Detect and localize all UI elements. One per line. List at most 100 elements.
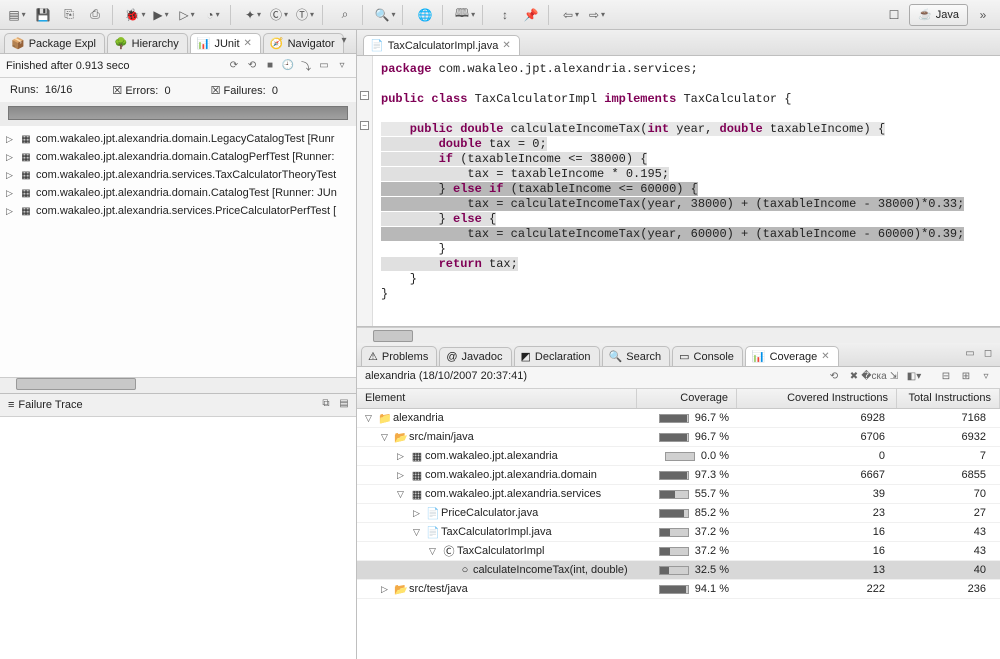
new-class-button[interactable]: Ⓒ xyxy=(268,4,290,26)
view-menu-icon[interactable]: ▿ xyxy=(978,368,994,384)
scrollbar-thumb[interactable] xyxy=(373,330,413,342)
rerun-icon[interactable]: ⟳ xyxy=(226,58,242,74)
tab-console[interactable]: ▭ Console xyxy=(672,346,743,366)
coverage-table[interactable]: Element Coverage Covered Instructions To… xyxy=(357,389,1000,659)
print-button[interactable]: ⎙ xyxy=(84,4,106,26)
junit-test-row[interactable]: ▷▦com.wakaleo.jpt.alexandria.domain.Cata… xyxy=(2,148,354,166)
junit-test-row[interactable]: ▷▦com.wakaleo.jpt.alexandria.domain.Lega… xyxy=(2,130,354,148)
scrollbar-thumb[interactable] xyxy=(16,378,136,390)
tab-problems[interactable]: ⚠ Problems xyxy=(361,346,437,366)
rerun-failed-icon[interactable]: ⟲ xyxy=(244,58,260,74)
search-button[interactable]: 🔍 xyxy=(374,4,396,26)
tab-navigator[interactable]: 🧭 Navigator xyxy=(263,33,344,53)
view-menu-icon[interactable]: ▾ xyxy=(336,32,352,48)
toggle-button[interactable]: ↕ xyxy=(494,4,516,26)
open-perspective-button[interactable]: ☐ xyxy=(883,4,905,26)
new-type-button[interactable]: Ⓣ xyxy=(294,4,316,26)
expand-all-icon[interactable]: ⊞ xyxy=(958,368,974,384)
coverage-row[interactable]: ▷📄PriceCalculator.java85.2 %2327 xyxy=(357,504,1000,523)
run-last-button[interactable]: ▷ xyxy=(176,4,198,26)
coverage-row[interactable]: ▷▦com.wakaleo.jpt.alexandria.domain97.3 … xyxy=(357,466,1000,485)
close-icon[interactable]: ✕ xyxy=(244,38,252,49)
pin-button[interactable]: 📌 xyxy=(520,4,542,26)
editor-gutter[interactable]: − − xyxy=(357,56,373,326)
coverage-row[interactable]: ▽📄TaxCalculatorImpl.java37.2 %1643 xyxy=(357,523,1000,542)
col-element[interactable]: Element xyxy=(357,389,637,408)
junit-test-row[interactable]: ▷▦com.wakaleo.jpt.alexandria.services.Pr… xyxy=(2,202,354,220)
tab-coverage[interactable]: 📊 Coverage ✕ xyxy=(745,346,839,366)
coverage-row[interactable]: ▽📁alexandria96.7 %69287168 xyxy=(357,409,1000,428)
collapse-all-icon[interactable]: ⊟ xyxy=(938,368,954,384)
coverage-row[interactable]: ▽ⒸTaxCalculatorImpl37.2 %1643 xyxy=(357,542,1000,561)
tab-hierarchy[interactable]: 🌳 Hierarchy xyxy=(107,33,188,53)
fold-icon[interactable]: − xyxy=(360,91,369,100)
remove-all-icon[interactable]: �ска xyxy=(866,368,882,384)
coverage-row[interactable]: ▽▦com.wakaleo.jpt.alexandria.services55.… xyxy=(357,485,1000,504)
merge-icon[interactable]: ⇲ xyxy=(886,368,902,384)
tree-toggle-icon[interactable]: ▽ xyxy=(413,527,425,538)
tab-package-explorer[interactable]: 📦 Package Expl xyxy=(4,33,105,53)
tab-declaration[interactable]: ◩ Declaration xyxy=(514,346,600,366)
maximize-icon[interactable]: ◻ xyxy=(980,345,996,361)
close-icon[interactable]: ✕ xyxy=(502,40,510,51)
remove-icon[interactable]: ✖ xyxy=(846,368,862,384)
coverage-row[interactable]: ▷📂src/test/java94.1 %222236 xyxy=(357,580,1000,599)
tree-toggle-icon[interactable]: ▷ xyxy=(381,584,393,595)
run-button[interactable]: ▶ xyxy=(150,4,172,26)
editor-scroll-h[interactable] xyxy=(357,327,1000,343)
tree-toggle-icon[interactable]: ▷ xyxy=(6,134,18,145)
source-code[interactable]: package com.wakaleo.jpt.alexandria.servi… xyxy=(373,56,1000,326)
fold-icon[interactable]: − xyxy=(360,121,369,130)
lock-icon[interactable]: ⤵ xyxy=(298,58,314,74)
coverage-row[interactable]: ○calculateIncomeTax(int, double)32.5 %13… xyxy=(357,561,1000,580)
save-button[interactable]: 💾 xyxy=(32,4,54,26)
perspective-overflow-button[interactable]: » xyxy=(972,4,994,26)
editor-body[interactable]: − − package com.wakaleo.jpt.alexandria.s… xyxy=(357,56,1000,327)
junit-test-row[interactable]: ▷▦com.wakaleo.jpt.alexandria.services.Ta… xyxy=(2,166,354,184)
coverage-row[interactable]: ▷▦com.wakaleo.jpt.alexandria0.0 %07 xyxy=(357,447,1000,466)
tab-search[interactable]: 🔍 Search xyxy=(602,346,671,366)
tree-toggle-icon[interactable]: ▷ xyxy=(6,188,18,199)
nav-forward-button[interactable]: ⇨ xyxy=(586,4,608,26)
close-icon[interactable]: ✕ xyxy=(821,351,829,362)
tree-toggle-icon[interactable]: ▷ xyxy=(397,470,409,481)
tree-toggle-icon[interactable]: ▷ xyxy=(6,152,18,163)
minimize-icon[interactable]: ▭ xyxy=(962,345,978,361)
coverage-row[interactable]: ▽📂src/main/java96.7 %67066932 xyxy=(357,428,1000,447)
tab-junit[interactable]: 📊 JUnit ✕ xyxy=(190,33,261,53)
coverage-button[interactable]: ◔ xyxy=(202,4,224,26)
tree-toggle-icon[interactable]: ▽ xyxy=(381,432,393,443)
relaunch-icon[interactable]: ⟲ xyxy=(826,368,842,384)
tree-toggle-icon[interactable]: ▽ xyxy=(365,413,377,424)
col-total[interactable]: Total Instructions xyxy=(897,389,1000,408)
bookmark-button[interactable]: 🕮 xyxy=(454,4,476,26)
tree-toggle-icon[interactable]: ▷ xyxy=(413,508,425,519)
tree-toggle-icon[interactable]: ▷ xyxy=(6,206,18,217)
tab-javadoc[interactable]: @ Javadoc xyxy=(439,347,511,366)
new-package-button[interactable]: ✦ xyxy=(242,4,264,26)
history-icon[interactable]: 🕘 xyxy=(280,58,296,74)
new-button[interactable]: ▤ xyxy=(6,4,28,26)
menu-icon[interactable]: ▿ xyxy=(334,58,350,74)
tree-toggle-icon[interactable]: ▽ xyxy=(429,546,441,557)
debug-button[interactable]: 🐞 xyxy=(124,4,146,26)
nav-back-button[interactable]: ⇦ xyxy=(560,4,582,26)
filter-icon[interactable]: ▤ xyxy=(336,396,352,412)
col-covered[interactable]: Covered Instructions xyxy=(737,389,897,408)
java-perspective-button[interactable]: ☕ Java xyxy=(909,4,968,26)
tree-toggle-icon[interactable]: ▷ xyxy=(397,451,409,462)
compare-icon[interactable]: ⧉ xyxy=(318,396,334,412)
junit-test-tree[interactable]: ▷▦com.wakaleo.jpt.alexandria.domain.Lega… xyxy=(0,126,356,377)
editor-tab-taxcalc[interactable]: 📄 TaxCalculatorImpl.java ✕ xyxy=(363,35,520,55)
tree-toggle-icon[interactable] xyxy=(445,565,457,575)
link-icon[interactable]: ◧▾ xyxy=(906,368,922,384)
col-coverage[interactable]: Coverage xyxy=(637,389,737,408)
junit-test-row[interactable]: ▷▦com.wakaleo.jpt.alexandria.domain.Cata… xyxy=(2,184,354,202)
save-all-button[interactable]: ⎘ xyxy=(58,4,80,26)
open-type-button[interactable]: ⌕ xyxy=(334,4,356,26)
collapse-icon[interactable]: ▭ xyxy=(316,58,332,74)
external-tools-button[interactable]: 🌐 xyxy=(414,4,436,26)
tree-toggle-icon[interactable]: ▽ xyxy=(397,489,409,500)
stop-icon[interactable]: ■ xyxy=(262,58,278,74)
tree-toggle-icon[interactable]: ▷ xyxy=(6,170,18,181)
